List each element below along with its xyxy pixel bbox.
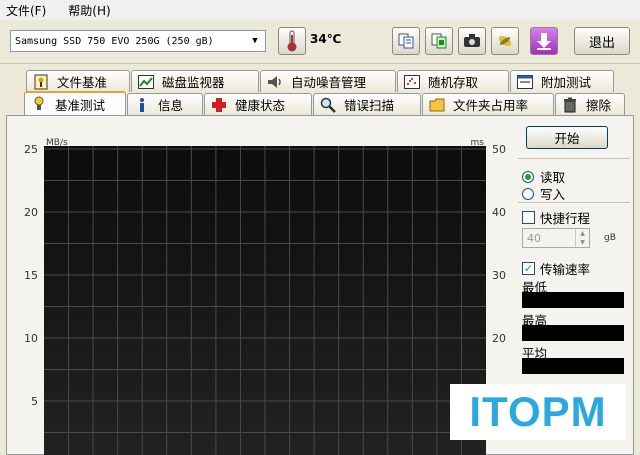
short-stroke-label: 快捷行程 — [540, 211, 591, 226]
chevron-down-icon[interactable]: ▼ — [247, 33, 263, 49]
extra-tests-icon — [517, 74, 533, 90]
y-left-tick-label: 5 — [31, 395, 38, 408]
short-stroke-checkbox[interactable]: 快捷行程 — [522, 208, 590, 227]
tab-extra-tests[interactable]: 附加测试 — [510, 70, 614, 92]
y-left-tick-label: 25 — [24, 143, 38, 156]
tab-error-scan[interactable]: 错误扫描 — [313, 93, 421, 115]
y-axis-left: 25 20 15 10 5 — [24, 143, 38, 408]
tab-row-top: 文件基准 磁盘监视器 自动噪音管理 随机存取 附加测试 — [26, 70, 615, 92]
thermometer-icon — [287, 30, 297, 52]
min-value-box — [522, 292, 624, 308]
camera-icon — [464, 34, 480, 47]
tab-label: 信息 — [158, 98, 184, 113]
temperature-value: 34℃ — [310, 32, 342, 46]
write-label: 写入 — [540, 187, 566, 202]
checkbox-transfer-rate[interactable]: ✓ — [522, 262, 535, 275]
magnifier-icon — [320, 97, 336, 113]
tab-label: 健康状态 — [235, 98, 286, 113]
tab-health[interactable]: 健康状态 — [204, 93, 312, 115]
menu-bar: 文件(F) 帮助(H) — [0, 0, 640, 20]
y-right-tick-label: 30 — [492, 269, 506, 282]
menu-file[interactable]: 文件(F) — [6, 2, 46, 19]
tab-file-benchmark[interactable]: 文件基准 — [26, 70, 130, 92]
tab-label: 文件夹占用率 — [453, 98, 529, 113]
update-button[interactable] — [530, 27, 558, 55]
drive-select-value: Samsung SSD 750 EVO 250G (250 gB) — [15, 35, 214, 47]
y-right-tick-label: 40 — [492, 206, 506, 219]
tab-info[interactable]: 信息 — [127, 93, 203, 115]
copy-image-icon — [431, 33, 447, 49]
y-left-tick-label: 20 — [24, 206, 38, 219]
watermark-logo: ITOPM — [450, 384, 626, 440]
divider — [518, 202, 630, 203]
random-access-icon — [404, 74, 420, 90]
tab-disk-monitor[interactable]: 磁盘监视器 — [131, 70, 259, 92]
spinner-arrows-icon[interactable]: ▲ ▼ — [575, 229, 589, 247]
info-icon — [134, 97, 150, 113]
tab-benchmark[interactable]: 基准测试 — [24, 91, 126, 115]
temperature-button[interactable] — [278, 27, 306, 55]
avg-value-box — [522, 358, 624, 374]
download-arrow-icon — [537, 33, 551, 50]
radio-write-indicator[interactable] — [522, 187, 534, 200]
copy-text-button[interactable] — [392, 27, 420, 55]
transfer-rate-checkbox[interactable]: ✓ 传输速率 — [522, 259, 590, 278]
tab-label: 错误扫描 — [344, 98, 395, 113]
folder-usage-icon — [429, 97, 445, 113]
y-axis-right: 50 40 30 20 — [492, 143, 506, 345]
y-right-tick-label: 50 — [492, 143, 506, 156]
tab-label: 文件基准 — [57, 75, 108, 90]
tab-aam[interactable]: 自动噪音管理 — [260, 70, 396, 92]
speaker-icon — [267, 74, 283, 90]
short-stroke-unit: gB — [604, 233, 616, 243]
benchmark-icon — [31, 96, 47, 112]
tab-erase[interactable]: 擦除 — [555, 93, 625, 115]
tab-label: 自动噪音管理 — [291, 75, 367, 90]
tab-label: 附加测试 — [541, 75, 592, 90]
transfer-rate-label: 传输速率 — [540, 262, 591, 277]
tab-label: 随机存取 — [428, 75, 479, 90]
menu-help[interactable]: 帮助(H) — [68, 2, 110, 19]
y-left-tick-label: 10 — [24, 332, 38, 345]
tab-folder-usage[interactable]: 文件夹占用率 — [422, 93, 554, 115]
trash-icon — [562, 97, 578, 113]
exit-button[interactable]: 退出 — [574, 27, 630, 55]
copy-icon — [398, 33, 414, 49]
radio-read-indicator[interactable] — [522, 170, 534, 183]
tab-label: 磁盘监视器 — [162, 75, 225, 90]
write-radio[interactable]: 写入 — [522, 184, 565, 203]
tools-icon — [498, 35, 512, 47]
tab-random-access[interactable]: 随机存取 — [397, 70, 509, 92]
benchmark-chart: 25 20 15 10 5 50 40 30 20 MB/s ms — [24, 138, 506, 455]
y-left-tick-label: 15 — [24, 269, 38, 282]
screenshot-button[interactable] — [458, 27, 486, 55]
tab-label: 擦除 — [586, 98, 612, 113]
start-button[interactable]: 开始 — [526, 126, 608, 149]
toolbar: Samsung SSD 750 EVO 250G (250 gB) ▼ 34℃ — [0, 20, 640, 64]
checkbox-short-stroke[interactable] — [522, 211, 535, 224]
tab-row-bottom: 基准测试 信息 健康状态 错误扫描 文件夹占用率 擦除 — [24, 91, 626, 115]
short-stroke-spinner[interactable]: 40 ▲ ▼ — [522, 228, 590, 248]
file-benchmark-icon — [33, 74, 49, 90]
health-cross-icon — [211, 97, 227, 113]
drive-select[interactable]: Samsung SSD 750 EVO 250G (250 gB) ▼ — [10, 30, 266, 52]
disk-monitor-icon — [138, 74, 154, 90]
options-button[interactable] — [491, 27, 519, 55]
divider — [518, 158, 630, 159]
y-axis-left-label: MB/s — [46, 138, 68, 148]
y-axis-right-label: ms — [471, 138, 485, 148]
copy-image-button[interactable] — [425, 27, 453, 55]
short-stroke-value: 40 — [527, 231, 541, 245]
tab-label: 基准测试 — [55, 97, 106, 113]
y-right-tick-label: 20 — [492, 332, 506, 345]
max-value-box — [522, 325, 624, 341]
